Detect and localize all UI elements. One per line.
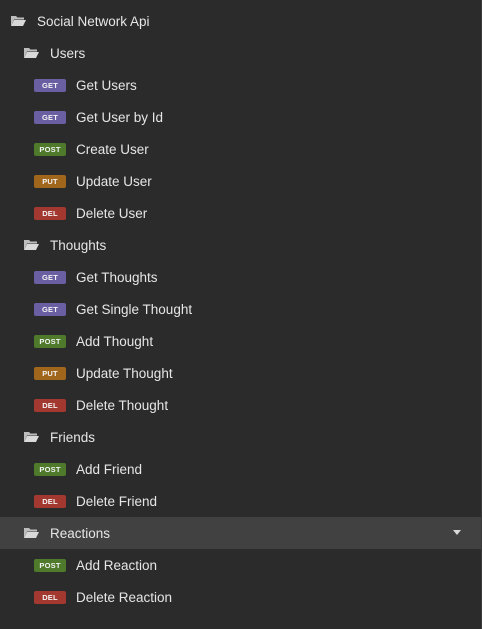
folder-open-icon	[23, 239, 39, 251]
folder-label: Reactions	[50, 525, 111, 541]
request-get-users[interactable]: GET Get Users	[0, 69, 481, 101]
root-folder-label: Social Network Api	[37, 13, 150, 29]
method-badge: POST	[34, 462, 66, 476]
root-folder[interactable]: Social Network Api	[0, 5, 481, 37]
request-get-single-thought[interactable]: GET Get Single Thought	[0, 293, 481, 325]
request-label: Get Users	[76, 77, 137, 93]
method-badge: DEL	[34, 206, 66, 220]
folder-reactions[interactable]: Reactions	[0, 517, 481, 549]
folder-label: Users	[50, 45, 86, 61]
request-label: Add Thought	[76, 333, 154, 349]
request-label: Add Reaction	[76, 557, 158, 573]
method-badge: POST	[34, 558, 66, 572]
request-delete-friend[interactable]: DEL Delete Friend	[0, 485, 481, 517]
request-label: Delete Thought	[76, 397, 169, 413]
folder-open-icon	[10, 15, 26, 27]
request-label: Update Thought	[76, 365, 173, 381]
request-delete-user[interactable]: DEL Delete User	[0, 197, 481, 229]
request-delete-reaction[interactable]: DEL Delete Reaction	[0, 581, 481, 613]
method-badge: PUT	[34, 174, 66, 188]
request-delete-thought[interactable]: DEL Delete Thought	[0, 389, 481, 421]
request-label: Create User	[76, 141, 149, 157]
request-label: Get User by Id	[76, 109, 164, 125]
folder-users[interactable]: Users	[0, 37, 481, 69]
request-create-user[interactable]: POST Create User	[0, 133, 481, 165]
method-badge: GET	[34, 110, 66, 124]
request-label: Delete Friend	[76, 493, 158, 509]
folder-open-icon	[23, 47, 39, 59]
method-badge: PUT	[34, 366, 66, 380]
folder-label: Thoughts	[50, 237, 107, 253]
folder-thoughts[interactable]: Thoughts	[0, 229, 481, 261]
request-label: Add Friend	[76, 461, 143, 477]
request-tree: Social Network Api Users GET Get Users G…	[0, 0, 482, 629]
method-badge: GET	[34, 302, 66, 316]
request-label: Delete User	[76, 205, 148, 221]
method-badge: POST	[34, 334, 66, 348]
request-get-thoughts[interactable]: GET Get Thoughts	[0, 261, 481, 293]
request-add-thought[interactable]: POST Add Thought	[0, 325, 481, 357]
request-update-user[interactable]: PUT Update User	[0, 165, 481, 197]
request-label: Update User	[76, 173, 152, 189]
request-add-friend[interactable]: POST Add Friend	[0, 453, 481, 485]
folder-label: Friends	[50, 429, 96, 445]
request-add-reaction[interactable]: POST Add Reaction	[0, 549, 481, 581]
folder-open-icon	[23, 431, 39, 443]
method-badge: POST	[34, 142, 66, 156]
request-label: Get Thoughts	[76, 269, 158, 285]
request-get-user-by-id[interactable]: GET Get User by Id	[0, 101, 481, 133]
folder-open-icon	[23, 527, 39, 539]
request-label: Delete Reaction	[76, 589, 173, 605]
method-badge: DEL	[34, 398, 66, 412]
request-label: Get Single Thought	[76, 301, 193, 317]
request-update-thought[interactable]: PUT Update Thought	[0, 357, 481, 389]
method-badge: DEL	[34, 494, 66, 508]
method-badge: DEL	[34, 590, 66, 604]
method-badge: GET	[34, 270, 66, 284]
folder-friends[interactable]: Friends	[0, 421, 481, 453]
chevron-down-icon[interactable]	[453, 530, 461, 535]
method-badge: GET	[34, 78, 66, 92]
